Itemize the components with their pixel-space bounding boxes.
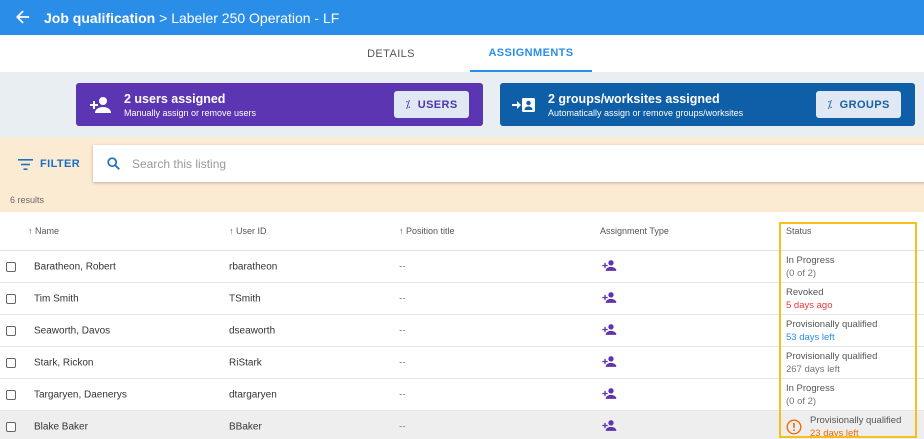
user-id: rbaratheon: [229, 261, 278, 272]
results-count: 6 results: [10, 195, 45, 205]
person-add-icon: [600, 291, 618, 306]
status-label: In Progress: [786, 382, 835, 394]
search-icon: [107, 157, 120, 170]
percent-icon: ⁒: [405, 99, 411, 111]
warning-icon: [786, 418, 802, 435]
user-name[interactable]: Seaworth, Davos: [34, 325, 110, 336]
groups-card-title: 2 groups/worksites assigned: [548, 91, 720, 106]
row-checkbox[interactable]: [6, 389, 16, 400]
status-label: Provisionally qualified: [810, 414, 902, 426]
tab-details[interactable]: DETAILS: [350, 35, 432, 72]
position-title: --: [399, 293, 406, 304]
filter-button-label: FILTER: [40, 158, 81, 170]
column-position-label: Position title: [406, 226, 455, 236]
table-row[interactable]: Tim Smith TSmith -- Revoked 5 days ago: [0, 283, 924, 315]
groups-button[interactable]: ⁒ GROUPS: [816, 91, 901, 118]
status-label: In Progress: [786, 254, 835, 266]
person-add-icon: [600, 387, 618, 402]
status-label: Provisionally qualified: [786, 318, 878, 330]
status-detail: (0 of 2): [786, 267, 817, 279]
title-section[interactable]: Job qualification: [44, 10, 155, 26]
user-id: TSmith: [229, 293, 261, 304]
user-id: BBaker: [229, 421, 262, 432]
table-row[interactable]: Baratheon, Robert rbaratheon -- In Progr…: [0, 251, 924, 283]
position-title: --: [399, 357, 406, 368]
position-title: --: [399, 389, 406, 400]
users-button[interactable]: ⁒ USERS: [394, 91, 469, 118]
column-header-name[interactable]: ↑ Name: [28, 226, 59, 236]
status-label: Provisionally qualified: [786, 350, 878, 362]
tab-bar: DETAILS ASSIGNMENTS: [0, 35, 924, 72]
person-add-icon: [600, 355, 618, 370]
table-row[interactable]: Seaworth, Davos dseaworth -- Provisional…: [0, 315, 924, 347]
status-cell: Provisionally qualified 267 days left: [786, 350, 877, 376]
status-cell: Provisionally qualified 53 days left: [786, 318, 877, 344]
status-detail: 53 days left: [786, 331, 835, 343]
column-header-status[interactable]: Status: [786, 226, 812, 236]
table-header: ↑ Name ↑ User ID ↑ Position title Assign…: [0, 212, 924, 251]
position-title: --: [399, 325, 406, 336]
page-title: Job qualification > Labeler 250 Operatio…: [44, 10, 339, 26]
filter-icon: [18, 158, 33, 170]
user-name[interactable]: Blake Baker: [34, 421, 88, 432]
back-arrow-icon[interactable]: [16, 9, 38, 27]
user-name[interactable]: Stark, Rickon: [34, 357, 93, 368]
title-rest: > Labeler 250 Operation - LF: [155, 9, 340, 26]
users-button-label: USERS: [417, 98, 458, 111]
column-header-assignment-type[interactable]: Assignment Type: [600, 226, 669, 236]
status-detail: 5 days ago: [786, 299, 833, 311]
row-checkbox[interactable]: [6, 261, 16, 272]
groups-button-label: GROUPS: [839, 98, 890, 111]
person-add-icon: [76, 96, 124, 114]
table-row[interactable]: Blake Baker BBaker -- Provisionally qual…: [0, 411, 924, 439]
row-checkbox[interactable]: [6, 325, 16, 336]
table-row[interactable]: Targaryen, Daenerys dtargaryen -- In Pro…: [0, 379, 924, 411]
position-title: --: [399, 421, 406, 432]
user-name[interactable]: Tim Smith: [34, 293, 79, 304]
groups-card-subtitle: Automatically assign or remove groups/wo…: [548, 107, 744, 118]
status-label: Revoked: [786, 286, 824, 298]
column-header-position[interactable]: ↑ Position title: [399, 226, 455, 236]
person-add-icon: [600, 323, 618, 338]
user-name[interactable]: Targaryen, Daenerys: [34, 389, 127, 400]
user-id: RiStark: [229, 357, 262, 368]
filter-button[interactable]: FILTER: [18, 158, 80, 170]
row-checkbox[interactable]: [6, 421, 16, 432]
status-cell: Provisionally qualified 23 days left: [786, 414, 901, 439]
row-checkbox[interactable]: [6, 357, 16, 368]
person-add-icon: [600, 259, 618, 274]
status-cell: In Progress (0 of 2): [786, 254, 835, 280]
app-bar: Job qualification > Labeler 250 Operatio…: [0, 0, 924, 35]
column-name-label: Name: [35, 226, 60, 236]
column-header-user-id[interactable]: ↑ User ID: [229, 226, 267, 236]
status-cell: Revoked 5 days ago: [786, 286, 832, 312]
position-title: --: [399, 261, 406, 272]
users-assigned-card: 2 users assigned Manually assign or remo…: [76, 83, 483, 126]
status-cell: In Progress (0 of 2): [786, 382, 835, 408]
users-card-title: 2 users assigned: [124, 91, 226, 106]
row-checkbox[interactable]: [6, 293, 16, 304]
status-detail: 23 days left: [810, 427, 859, 439]
groups-assigned-card: 2 groups/worksites assigned Automaticall…: [500, 83, 915, 126]
person-add-icon: [600, 419, 618, 434]
assignments-table: ↑ Name ↑ User ID ↑ Position title Assign…: [0, 212, 924, 439]
search-input[interactable]: [132, 156, 632, 171]
users-card-subtitle: Manually assign or remove users: [124, 107, 257, 118]
percent-icon: ⁒: [827, 99, 833, 111]
status-detail: 267 days left: [786, 363, 840, 375]
user-id: dseaworth: [229, 325, 276, 336]
table-row[interactable]: Stark, Rickon RiStark -- Provisionally q…: [0, 347, 924, 379]
status-detail: (0 of 2): [786, 395, 817, 407]
tab-assignments[interactable]: ASSIGNMENTS: [470, 35, 592, 72]
user-name[interactable]: Baratheon, Robert: [34, 261, 116, 272]
filter-bar: FILTER 6 results: [0, 137, 924, 212]
column-user-id-label: User ID: [236, 226, 267, 236]
assignment-summary: 2 users assigned Manually assign or remo…: [0, 72, 924, 137]
user-id: dtargaryen: [229, 389, 277, 400]
assign-to-group-icon: [500, 96, 548, 114]
search-box[interactable]: [93, 145, 924, 182]
